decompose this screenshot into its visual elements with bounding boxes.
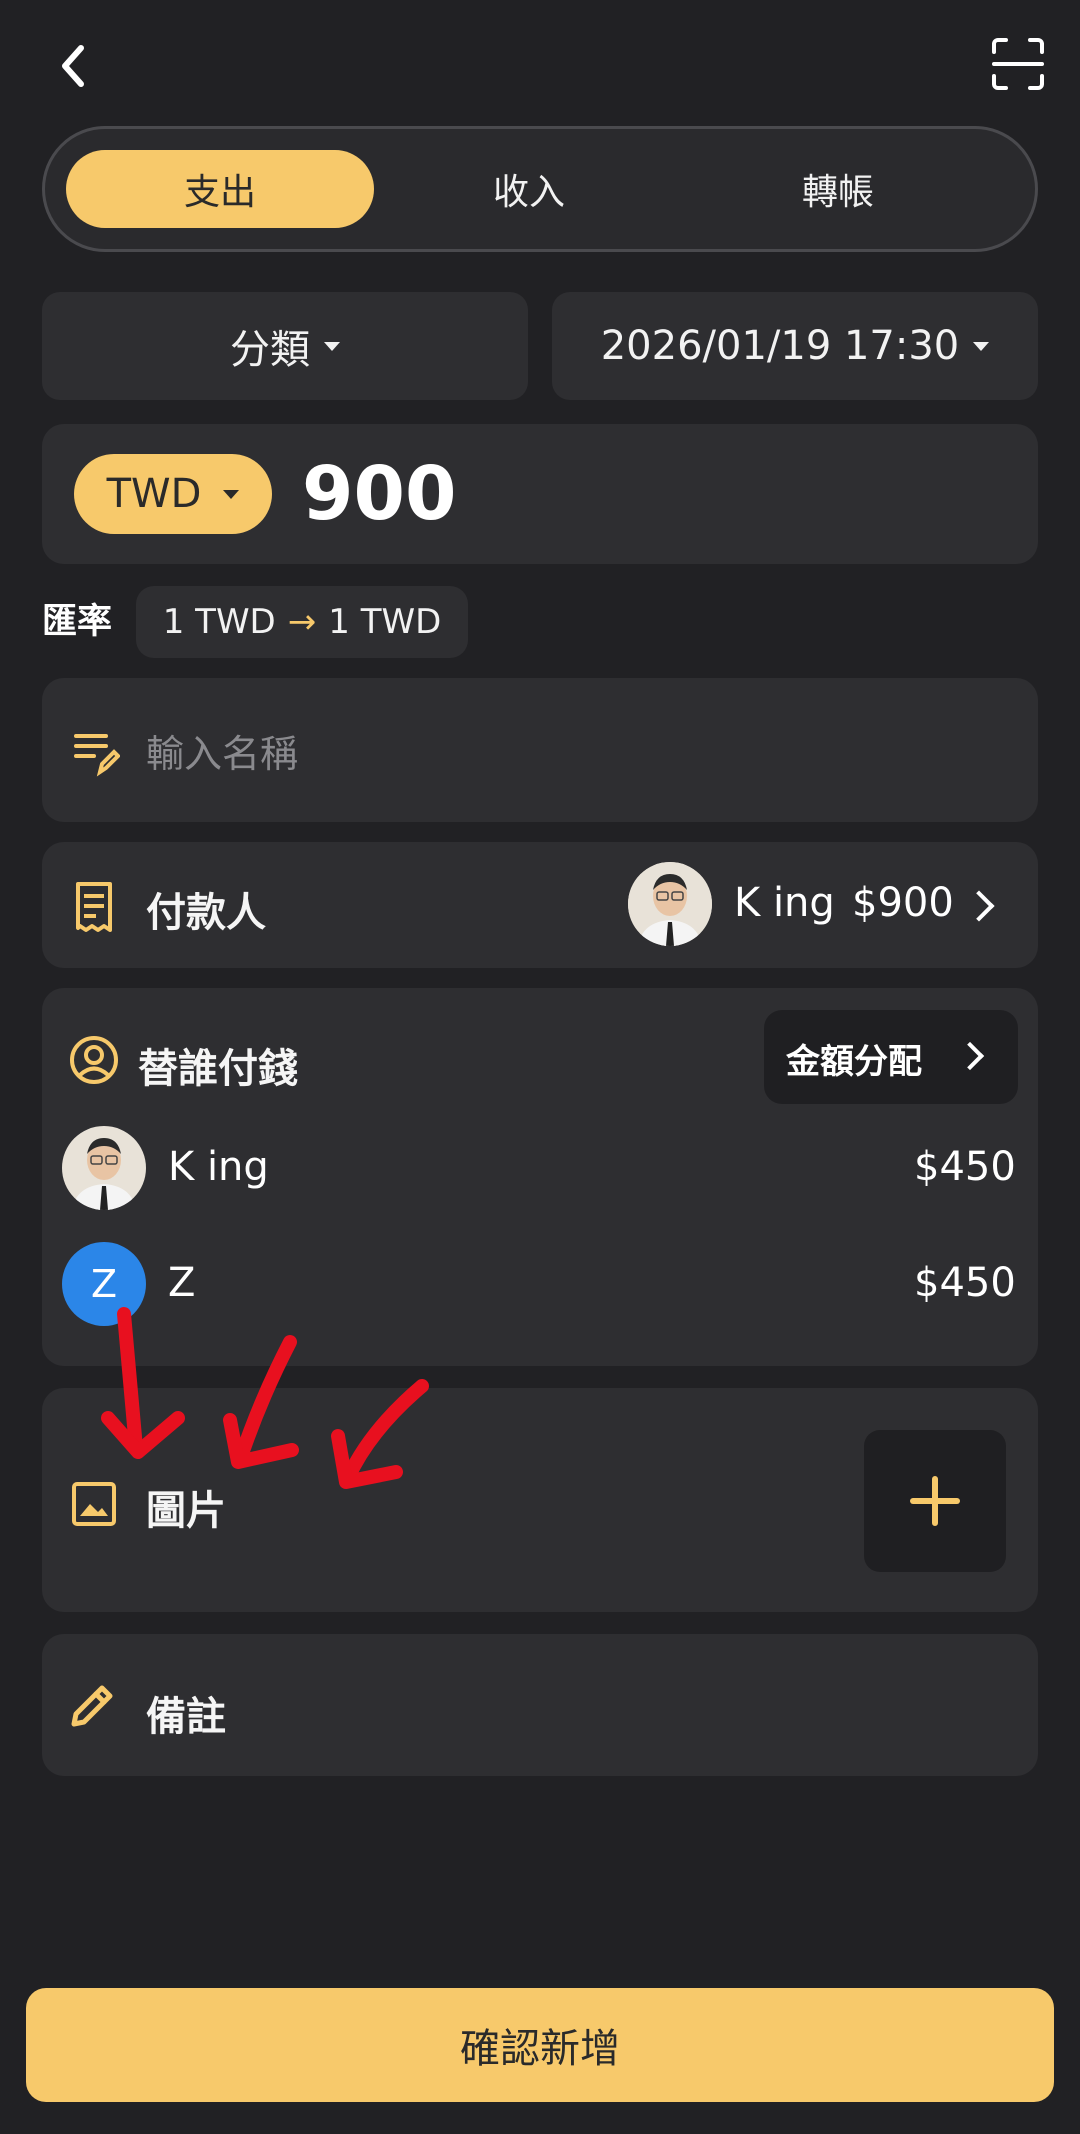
exchange-rate-chip[interactable]: 1 TWD → 1 TWD: [136, 586, 468, 658]
caret-down-icon: [324, 341, 340, 351]
person-avatar-king: [62, 1126, 146, 1210]
name-input[interactable]: [146, 722, 1006, 786]
person-circle-icon: [70, 1036, 118, 1084]
person-amount-z: $450: [914, 1260, 1016, 1306]
tab-income[interactable]: 收入: [375, 150, 683, 228]
rate-to: 1 TWD: [328, 602, 442, 642]
scan-icon: [992, 38, 1044, 90]
transaction-type-tabs: 支出 收入 轉帳: [42, 126, 1038, 252]
receipt-icon: [76, 882, 112, 932]
back-chevron-icon: [62, 45, 84, 87]
chevron-right-icon: [955, 1041, 985, 1071]
caret-down-icon: [973, 341, 990, 351]
scan-button[interactable]: [990, 36, 1046, 92]
annotation-arrows: [101, 1307, 429, 1489]
add-image-button[interactable]: [864, 1430, 1006, 1572]
confirm-add-label: 確認新增: [460, 2026, 620, 2072]
note-label: 備註: [146, 1694, 226, 1740]
exchange-rate-label: 匯率: [42, 602, 113, 642]
amount-value[interactable]: 900: [302, 448, 456, 540]
plus-icon: [910, 1476, 960, 1526]
payer-label: 付款人: [146, 890, 266, 936]
split-label: 替誰付錢: [138, 1046, 298, 1092]
caret-down-icon: [223, 489, 240, 499]
back-button[interactable]: [42, 36, 102, 96]
payer-avatar: [628, 862, 712, 946]
category-label: 分類: [230, 327, 310, 373]
confirm-add-button[interactable]: 確認新增: [26, 1988, 1054, 2102]
person-amount-king: $450: [914, 1144, 1016, 1190]
currency-code: TWD: [106, 471, 202, 517]
tab-transfer[interactable]: 轉帳: [684, 150, 992, 228]
payer-amount: $900: [852, 880, 954, 926]
datetime-value: 2026/01/19 17:30: [600, 323, 960, 369]
datetime-dropdown[interactable]: 2026/01/19 17:30: [552, 292, 1038, 400]
currency-selector[interactable]: TWD: [74, 454, 272, 534]
arrow-right-icon: →: [287, 602, 317, 642]
tab-expense[interactable]: 支出: [66, 150, 374, 228]
person-name-king: K ing: [168, 1144, 269, 1190]
payer-name: K ing: [734, 880, 835, 926]
list-edit-icon: [74, 734, 120, 777]
allocate-amount-label: 金額分配: [786, 1042, 922, 1082]
rate-from: 1 TWD: [162, 602, 276, 642]
pencil-icon: [71, 1685, 113, 1727]
category-dropdown[interactable]: 分類: [42, 292, 528, 400]
allocate-amount-button[interactable]: 金額分配: [764, 1010, 1018, 1104]
